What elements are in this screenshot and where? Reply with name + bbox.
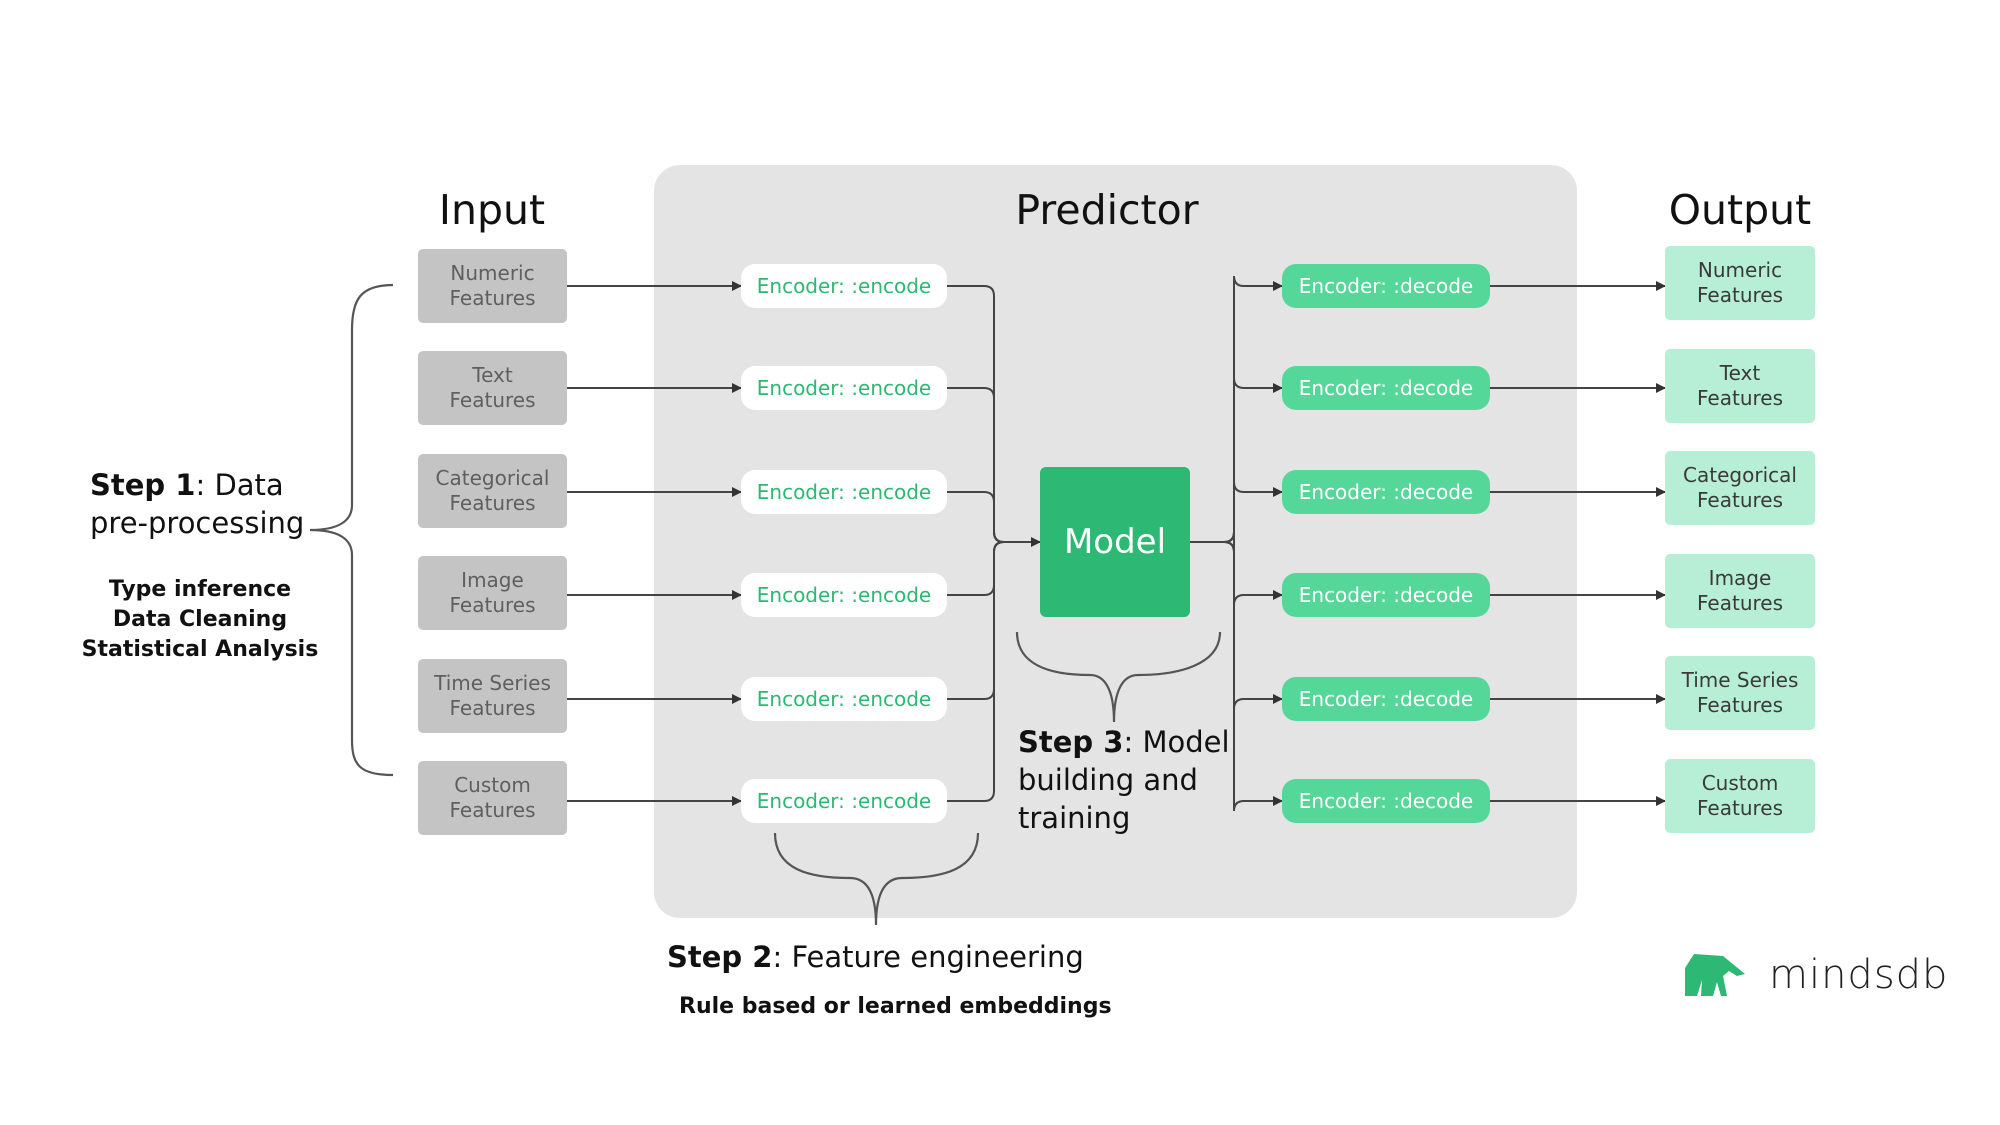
encoder-connector [947,491,1005,543]
box-label: Encoder: :decode [1298,583,1474,607]
decoder-connector [1223,531,1283,812]
box-label-line1: Categorical [435,466,550,490]
step2-bold: Step 2 [667,940,773,974]
decoder-connector [1223,275,1283,553]
box-label-line1: Image [1708,566,1772,590]
box-label: Encoder: :decode [1298,480,1474,504]
step1-line2: pre-processing [90,506,305,540]
box-label-line2: Features [1697,693,1783,717]
box-label-line2: Features [449,388,536,412]
step1-rest: : Data [195,468,284,502]
encoder-connector [947,387,1005,543]
logo-text: mindsdb [1769,952,1949,998]
box-label: Encoder: :encode [756,687,932,711]
model-box[interactable]: Model [1040,467,1190,617]
output-feature-box[interactable]: Text Features [1665,349,1815,423]
box-label-line2: Features [449,696,536,720]
box-label: Encoder: :encode [756,376,932,400]
step2-detail: Rule based or learned embeddings [679,994,1112,1019]
step2-rest: : Feature engineering [772,940,1084,974]
box-label-line1: Categorical [1683,463,1797,487]
decoder-box[interactable]: Encoder: :decode [1282,366,1490,410]
decoder-connector [1223,531,1283,710]
encoder-connector [947,541,1005,802]
step3-line2: building and [1018,763,1198,797]
decoder-connector [1223,481,1283,553]
box-label-line2: Features [1697,591,1783,615]
encoder-box[interactable]: Encoder: :encode [741,366,947,410]
output-feature-box[interactable]: Numeric Features [1665,246,1815,320]
box-label: Encoder: :decode [1298,376,1474,400]
encoder-connector [947,541,1005,700]
box-label-line2: Features [1697,488,1783,512]
box-label-line2: Features [1697,796,1783,820]
box-label: Encoder: :encode [756,583,932,607]
step2-brace [773,832,980,926]
input-feature-box[interactable]: Categorical Features [418,454,567,528]
decoder-box[interactable]: Encoder: :decode [1282,677,1490,721]
bear-logo-icon [1685,954,1745,996]
box-label-line1: Text [1719,361,1761,385]
encoder-box[interactable]: Encoder: :encode [741,573,947,617]
mindsdb-logo: mindsdb [1685,952,1948,998]
input-feature-box[interactable]: Numeric Features [418,249,567,323]
input-feature-box[interactable]: Custom Features [418,761,567,835]
step1-label: Step 1: Data pre-processing [90,466,304,542]
box-label-line2: Features [449,286,536,310]
decoder-connector [1223,377,1283,553]
decoder-box[interactable]: Encoder: :decode [1282,779,1490,823]
box-label-line1: Image [461,568,524,592]
decoder-connector [1223,531,1283,606]
output-feature-box[interactable]: Image Features [1665,554,1815,628]
encoder-connector [947,285,1005,543]
step3-bold: Step 3 [1018,725,1124,759]
step2-label: Step 2: Feature engineering [667,938,1084,976]
step1-detail: Type inference [108,577,292,602]
input-feature-box[interactable]: Image Features [418,556,567,630]
output-feature-box[interactable]: Custom Features [1665,759,1815,833]
decoder-box[interactable]: Encoder: :decode [1282,573,1490,617]
step3-line3: training [1018,801,1131,835]
box-label-line1: Custom [454,773,531,797]
box-label: Encoder: :encode [756,274,932,298]
box-label-line1: Text [472,363,513,387]
box-label: Encoder: :decode [1298,687,1474,711]
box-label-line1: Numeric [1697,258,1783,282]
step1-brace [309,283,394,777]
box-label-line1: Time Series [434,671,551,695]
box-label: Encoder: :encode [756,480,932,504]
step1-detail: Data Cleaning [112,607,288,632]
step1-detail: Statistical Analysis [81,637,319,662]
box-label-line1: Numeric [450,261,535,285]
box-label-line2: Features [449,491,536,515]
box-label: Encoder: :decode [1298,789,1474,813]
input-feature-box[interactable]: Text Features [418,351,567,425]
input-feature-box[interactable]: Time Series Features [418,659,567,733]
output-feature-box[interactable]: Time Series Features [1665,656,1815,730]
encoder-box[interactable]: Encoder: :encode [741,677,947,721]
step3-rest: : Model [1123,725,1230,759]
encoder-box[interactable]: Encoder: :encode [741,779,947,823]
box-label-line2: Features [1697,283,1783,307]
encoder-box[interactable]: Encoder: :encode [741,470,947,514]
box-label-line2: Features [449,798,536,822]
box-label-line2: Features [1697,386,1783,410]
decoder-box[interactable]: Encoder: :decode [1282,470,1490,514]
encoder-box[interactable]: Encoder: :encode [741,264,947,308]
box-label-line2: Features [449,593,536,617]
step3-brace [1015,631,1222,723]
box-label-line1: Custom [1701,771,1779,795]
box-label: Encoder: :decode [1298,274,1474,298]
decoder-box[interactable]: Encoder: :decode [1282,264,1490,308]
output-feature-box[interactable]: Categorical Features [1665,451,1815,525]
step3-label: Step 3: Model building and training [1018,723,1230,837]
step1-bold: Step 1 [90,468,196,502]
encoder-connector [947,541,1005,596]
box-label-line1: Time Series [1681,668,1799,692]
model-label: Model [1063,522,1167,562]
step1-details: Type inference Data Cleaning Statistical… [80,575,320,665]
box-label: Encoder: :encode [756,789,932,813]
